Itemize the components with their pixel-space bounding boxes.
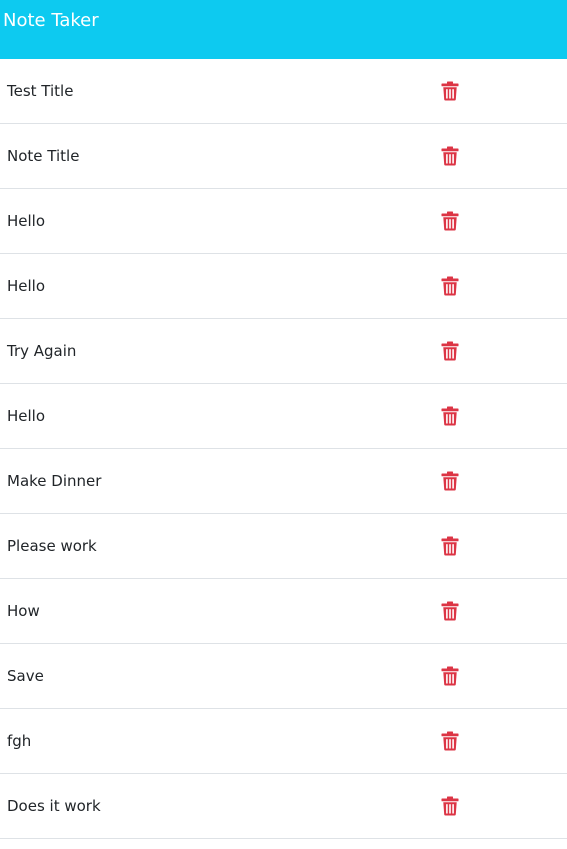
- delete-note-button[interactable]: [441, 341, 459, 361]
- note-title[interactable]: Hello: [7, 406, 45, 426]
- note-list-item[interactable]: Note Title: [0, 124, 567, 189]
- note-title[interactable]: Please work: [7, 536, 97, 556]
- navbar: Note Taker: [0, 0, 567, 59]
- delete-note-button[interactable]: [441, 536, 459, 556]
- note-list-item[interactable]: Try Again: [0, 319, 567, 384]
- note-title[interactable]: fgh: [7, 731, 31, 751]
- note-list-item[interactable]: Hello: [0, 189, 567, 254]
- trash-icon: [441, 146, 459, 166]
- note-title[interactable]: Does it work: [7, 796, 101, 816]
- trash-icon: [441, 211, 459, 231]
- note-list-item[interactable]: Hello: [0, 384, 567, 449]
- trash-icon: [441, 796, 459, 816]
- delete-note-button[interactable]: [441, 731, 459, 751]
- delete-note-button[interactable]: [441, 666, 459, 686]
- trash-icon: [441, 471, 459, 491]
- delete-note-button[interactable]: [441, 406, 459, 426]
- note-list-item[interactable]: Please work: [0, 514, 567, 579]
- note-list: Test Title Note Title Hello Hello Try Again H…: [0, 59, 567, 839]
- delete-note-button[interactable]: [441, 601, 459, 621]
- note-title[interactable]: Make Dinner: [7, 471, 101, 491]
- note-list-item[interactable]: fgh: [0, 709, 567, 774]
- delete-note-button[interactable]: [441, 81, 459, 101]
- note-list-item[interactable]: Does it work: [0, 774, 567, 839]
- trash-icon: [441, 601, 459, 621]
- delete-note-button[interactable]: [441, 211, 459, 231]
- note-title[interactable]: Save: [7, 666, 44, 686]
- note-title[interactable]: Try Again: [7, 341, 76, 361]
- app-brand[interactable]: Note Taker: [3, 10, 99, 31]
- delete-note-button[interactable]: [441, 796, 459, 816]
- note-title[interactable]: How: [7, 601, 40, 621]
- note-list-item[interactable]: Make Dinner: [0, 449, 567, 514]
- note-title[interactable]: Hello: [7, 211, 45, 231]
- note-title[interactable]: Note Title: [7, 146, 79, 166]
- note-title[interactable]: Test Title: [7, 81, 73, 101]
- trash-icon: [441, 536, 459, 556]
- trash-icon: [441, 666, 459, 686]
- delete-note-button[interactable]: [441, 471, 459, 491]
- trash-icon: [441, 341, 459, 361]
- note-title[interactable]: Hello: [7, 276, 45, 296]
- trash-icon: [441, 276, 459, 296]
- trash-icon: [441, 731, 459, 751]
- trash-icon: [441, 406, 459, 426]
- note-list-item[interactable]: Hello: [0, 254, 567, 319]
- note-list-item[interactable]: How: [0, 579, 567, 644]
- note-list-item[interactable]: Save: [0, 644, 567, 709]
- note-list-item[interactable]: Test Title: [0, 59, 567, 124]
- delete-note-button[interactable]: [441, 276, 459, 296]
- trash-icon: [441, 81, 459, 101]
- delete-note-button[interactable]: [441, 146, 459, 166]
